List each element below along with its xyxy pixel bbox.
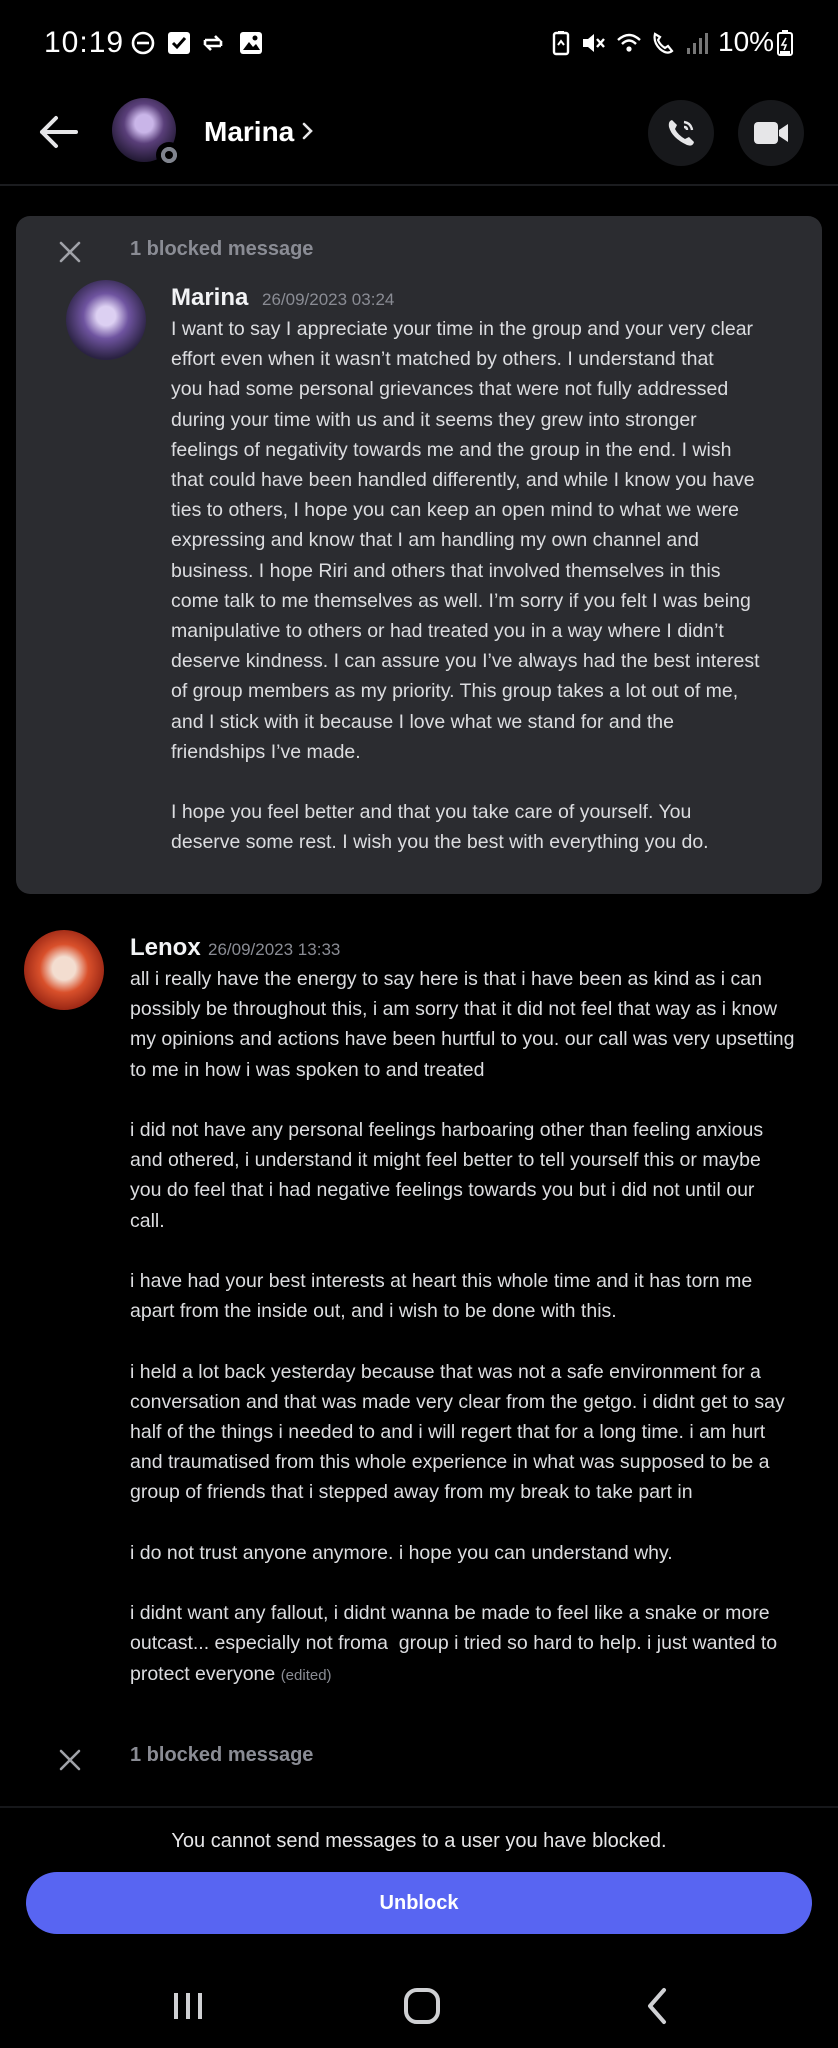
close-icon[interactable] [58,240,82,264]
cannot-send-notice: You cannot send messages to a user you h… [171,1830,667,1852]
do-not-disturb-icon [131,31,155,55]
wifi-calling-icon [653,32,674,54]
gallery-icon [240,32,262,54]
blocked-message-card: 1 blocked message Marina 26/09/2023 03:2… [16,216,822,894]
message-text: I want to say I appreciate your time in … [171,318,760,854]
blocked-message-label[interactable]: 1 blocked message [130,238,313,261]
message-timestamp: 26/09/2023 13:33 [208,940,341,959]
voice-call-button[interactable] [648,100,714,166]
nav-back-icon[interactable] [636,1984,680,2028]
mute-icon [583,34,605,52]
wifi-icon [617,33,641,52]
checkbox-notification-icon [168,32,190,54]
message-body: all i really have the energy to say here… [130,968,795,1685]
edited-indicator: (edited) [280,1666,332,1684]
status-bar: 10:19 10% [0,0,838,86]
video-camera-icon [754,122,788,144]
signal-icon [687,33,708,54]
offline-status-icon [156,142,182,168]
battery-saver-icon [552,31,570,56]
message-timestamp: 26/09/2023 03:24 [262,290,395,309]
battery-icon [777,30,793,56]
message-author[interactable]: Lenox [130,934,201,962]
chat-header: Marina [0,86,838,186]
status-time: 10:19 [44,26,125,59]
user-avatar[interactable] [112,98,182,168]
marina-avatar[interactable] [66,280,146,360]
blocked-footer: You cannot send messages to a user you h… [0,1806,838,2048]
battery-percentage: 10% [718,26,775,57]
chevron-right-icon[interactable] [300,116,316,146]
home-icon[interactable] [400,1984,444,2028]
recent-apps-icon[interactable] [166,1984,210,2028]
lenox-avatar[interactable] [24,930,104,1010]
phone-icon [668,120,694,146]
blocked-message-label[interactable]: 1 blocked message [130,1744,313,1767]
video-call-button[interactable] [738,100,804,166]
back-arrow-icon[interactable] [36,110,80,154]
message-author[interactable]: Marina [171,284,248,312]
sync-icon [203,35,223,51]
close-icon[interactable] [58,1748,82,1772]
message-text: all i really have the energy to say here… [130,964,830,1691]
chat-user-name[interactable]: Marina [204,116,294,148]
unblock-button[interactable]: Unblock [26,1872,812,1934]
